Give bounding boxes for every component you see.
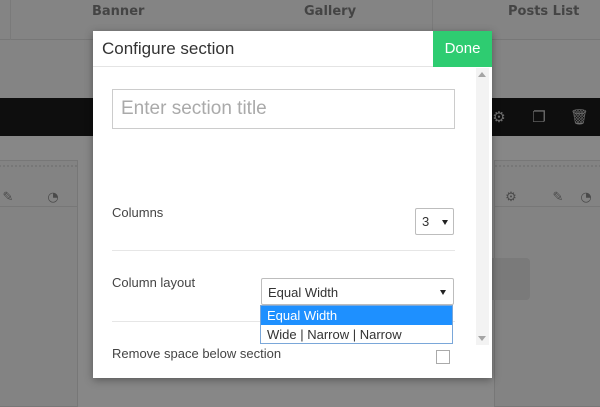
configure-section-dialog: Configure section Done Columns 3 Column … <box>93 31 492 378</box>
dropdown-option-equal-width[interactable]: Equal Width <box>261 306 452 325</box>
remove-space-checkbox[interactable] <box>436 350 450 364</box>
remove-space-label: Remove space below section <box>112 346 282 361</box>
divider <box>495 165 600 167</box>
column-layout-dropdown: Equal Width Wide | Narrow | Narrow <box>260 305 453 344</box>
gauge-icon: ◔ <box>47 190 59 205</box>
dialog-body: Columns 3 Column layout Equal Width Equa… <box>93 68 492 378</box>
scroll-down-icon[interactable] <box>478 336 486 341</box>
chevron-down-icon <box>440 290 446 295</box>
dialog-title: Configure section <box>102 39 235 58</box>
column-layout-select[interactable]: Equal Width <box>261 278 454 305</box>
pencil-icon: ✎ <box>2 190 14 205</box>
divider <box>112 250 455 251</box>
gear-icon: ⚙ <box>505 190 517 205</box>
column-layout-value: Equal Width <box>268 285 339 300</box>
columns-select[interactable]: 3 <box>415 208 454 235</box>
divider <box>0 165 77 167</box>
columns-value: 3 <box>422 214 430 229</box>
gauge-icon: ◔ <box>580 190 592 205</box>
columns-label: Columns <box>112 205 164 220</box>
chevron-down-icon <box>442 220 448 225</box>
pencil-icon: ✎ <box>552 190 564 205</box>
scroll-up-icon[interactable] <box>478 72 486 77</box>
gear-icon: ⚙ <box>492 108 506 126</box>
done-button[interactable]: Done <box>433 31 492 67</box>
dialog-header: Configure section Done <box>93 31 492 67</box>
copy-icon: ❐ <box>532 108 546 126</box>
scrollbar[interactable] <box>476 68 489 345</box>
section-title-input[interactable] <box>112 89 455 129</box>
divider <box>10 0 11 40</box>
trash-icon: 🗑 <box>570 108 590 126</box>
tab-posts-list: Posts List <box>508 4 580 19</box>
dropdown-option-wide-narrow-narrow[interactable]: Wide | Narrow | Narrow <box>261 325 452 344</box>
column-layout-label: Column layout <box>112 275 196 290</box>
